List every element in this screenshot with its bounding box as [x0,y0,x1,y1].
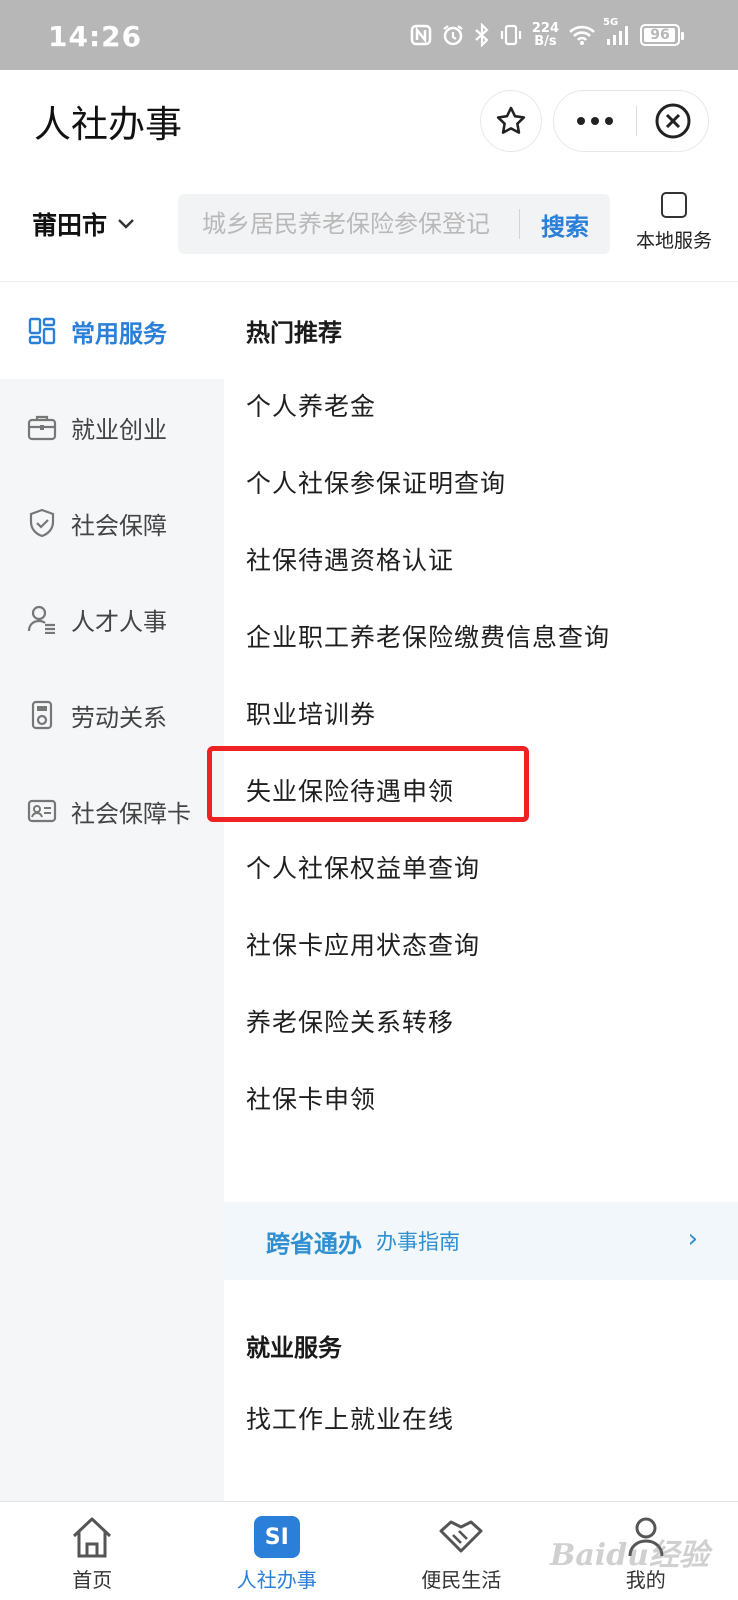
tab-home[interactable]: 首页 [0,1502,185,1600]
sidebar-item-label: 就业创业 [71,415,167,444]
chevron-down-icon [118,219,134,229]
nfc-icon [410,24,432,46]
cross-province-banner[interactable]: 跨省通办 办事指南 › [224,1202,738,1280]
mini-program-capsule [553,90,709,152]
highlight-annotation-box [207,746,529,822]
sidebar-item-label: 劳动关系 [71,703,167,732]
close-button[interactable] [637,90,708,152]
local-service-toggle[interactable]: 本地服务 [626,192,722,253]
search-row: 莆田市 搜索 本地服务 [0,170,738,282]
page-title: 人社办事 [34,103,182,146]
sidebar-item-common-services[interactable]: 常用服务 [0,283,224,379]
employment-services-title: 就业服务 [246,1334,342,1362]
cellular-signal-icon: 5G [603,17,631,47]
status-bar: 14:26 224 B/s 5G 96 [0,0,738,70]
cross-province-title: 跨省通办 [266,1229,362,1258]
tab-convenience-life[interactable]: 便民生活 [369,1502,554,1600]
sidebar-item-label: 人才人事 [71,607,167,636]
service-content: 热门推荐 个人养老金 个人社保参保证明查询 社保待遇资格认证 企业职工养老保险缴… [224,283,738,1501]
status-time: 14:26 [48,20,143,53]
tab-label: 便民生活 [421,1568,502,1592]
more-button[interactable] [554,90,636,152]
category-sidebar: 常用服务 就业创业 社会保障 人才人事 劳动关系 社会保障卡 [0,283,224,1501]
id-card-icon [27,796,57,826]
sidebar-item-label: 社会保障 [71,511,167,540]
battery-level: 96 [650,27,670,43]
handshake-icon [436,1514,486,1560]
tab-label: 首页 [72,1568,113,1592]
city-name: 莆田市 [32,211,108,240]
close-circle-icon [655,103,690,139]
title-bar: 人社办事 [0,70,738,170]
city-selector[interactable]: 莆田市 [32,206,135,242]
battery-icon: 96 [640,24,684,46]
local-service-label: 本地服务 [635,230,712,252]
star-icon [496,106,526,134]
sidebar-item-label: 常用服务 [71,319,167,348]
service-item[interactable]: 职业培训券 [246,695,376,731]
service-item[interactable]: 社保卡应用状态查询 [246,926,480,962]
search-button[interactable]: 搜索 [520,207,610,242]
service-item[interactable]: 个人养老金 [246,387,376,423]
chevron-right-icon: › [687,1224,698,1254]
service-item[interactable]: 个人社保权益单查询 [246,849,480,885]
si-icon: SI [252,1514,302,1560]
sidebar-item-talent-personnel[interactable]: 人才人事 [0,571,224,667]
baidu-watermark: Baidu经验 [550,1538,709,1573]
sidebar-item-social-security[interactable]: 社会保障 [0,475,224,571]
bluetooth-icon [474,23,490,47]
sidebar-item-social-security-card[interactable]: 社会保障卡 [0,763,224,859]
briefcase-icon [27,412,57,442]
search-input[interactable] [178,194,519,254]
service-item[interactable]: 社保待遇资格认证 [246,541,454,577]
sidebar-item-label: 社会保障卡 [71,799,191,828]
home-icon [67,1514,117,1560]
service-item[interactable]: 养老保险关系转移 [246,1003,454,1039]
vibrate-icon [499,23,523,47]
network-speed: 224 B/s [532,22,559,48]
service-item[interactable]: 个人社保参保证明查询 [246,464,506,500]
person-icon [27,604,57,634]
favorite-button[interactable] [480,90,542,152]
service-item[interactable]: 找工作上就业在线 [246,1400,454,1436]
grid-icon [27,316,57,346]
service-item[interactable]: 社保卡申领 [246,1080,376,1116]
tab-hr-services[interactable]: SI 人社办事 [185,1502,370,1600]
net-speed-unit: B/s [534,34,557,49]
search-box: 搜索 [178,194,610,254]
device-icon [27,700,57,730]
sidebar-item-labor-relations[interactable]: 劳动关系 [0,667,224,763]
signal-type-label: 5G [603,17,619,28]
status-icons: 224 B/s 5G 96 [410,17,684,52]
sidebar-item-employment[interactable]: 就业创业 [0,379,224,475]
wifi-icon [568,24,596,46]
hot-recommend-title: 热门推荐 [246,319,342,347]
more-dots-icon [577,117,613,125]
si-badge: SI [253,1516,300,1558]
app-screen: 14:26 224 B/s 5G 96 人社办事 莆田市 城乡居民养老保险参保登… [0,0,738,1600]
shield-icon [27,508,57,538]
local-service-checkbox[interactable] [661,192,687,218]
service-item[interactable]: 企业职工养老保险缴费信息查询 [246,618,610,654]
tab-label: 人社办事 [236,1568,317,1592]
alarm-icon [441,23,465,47]
cross-province-subtitle: 办事指南 [376,1230,460,1254]
